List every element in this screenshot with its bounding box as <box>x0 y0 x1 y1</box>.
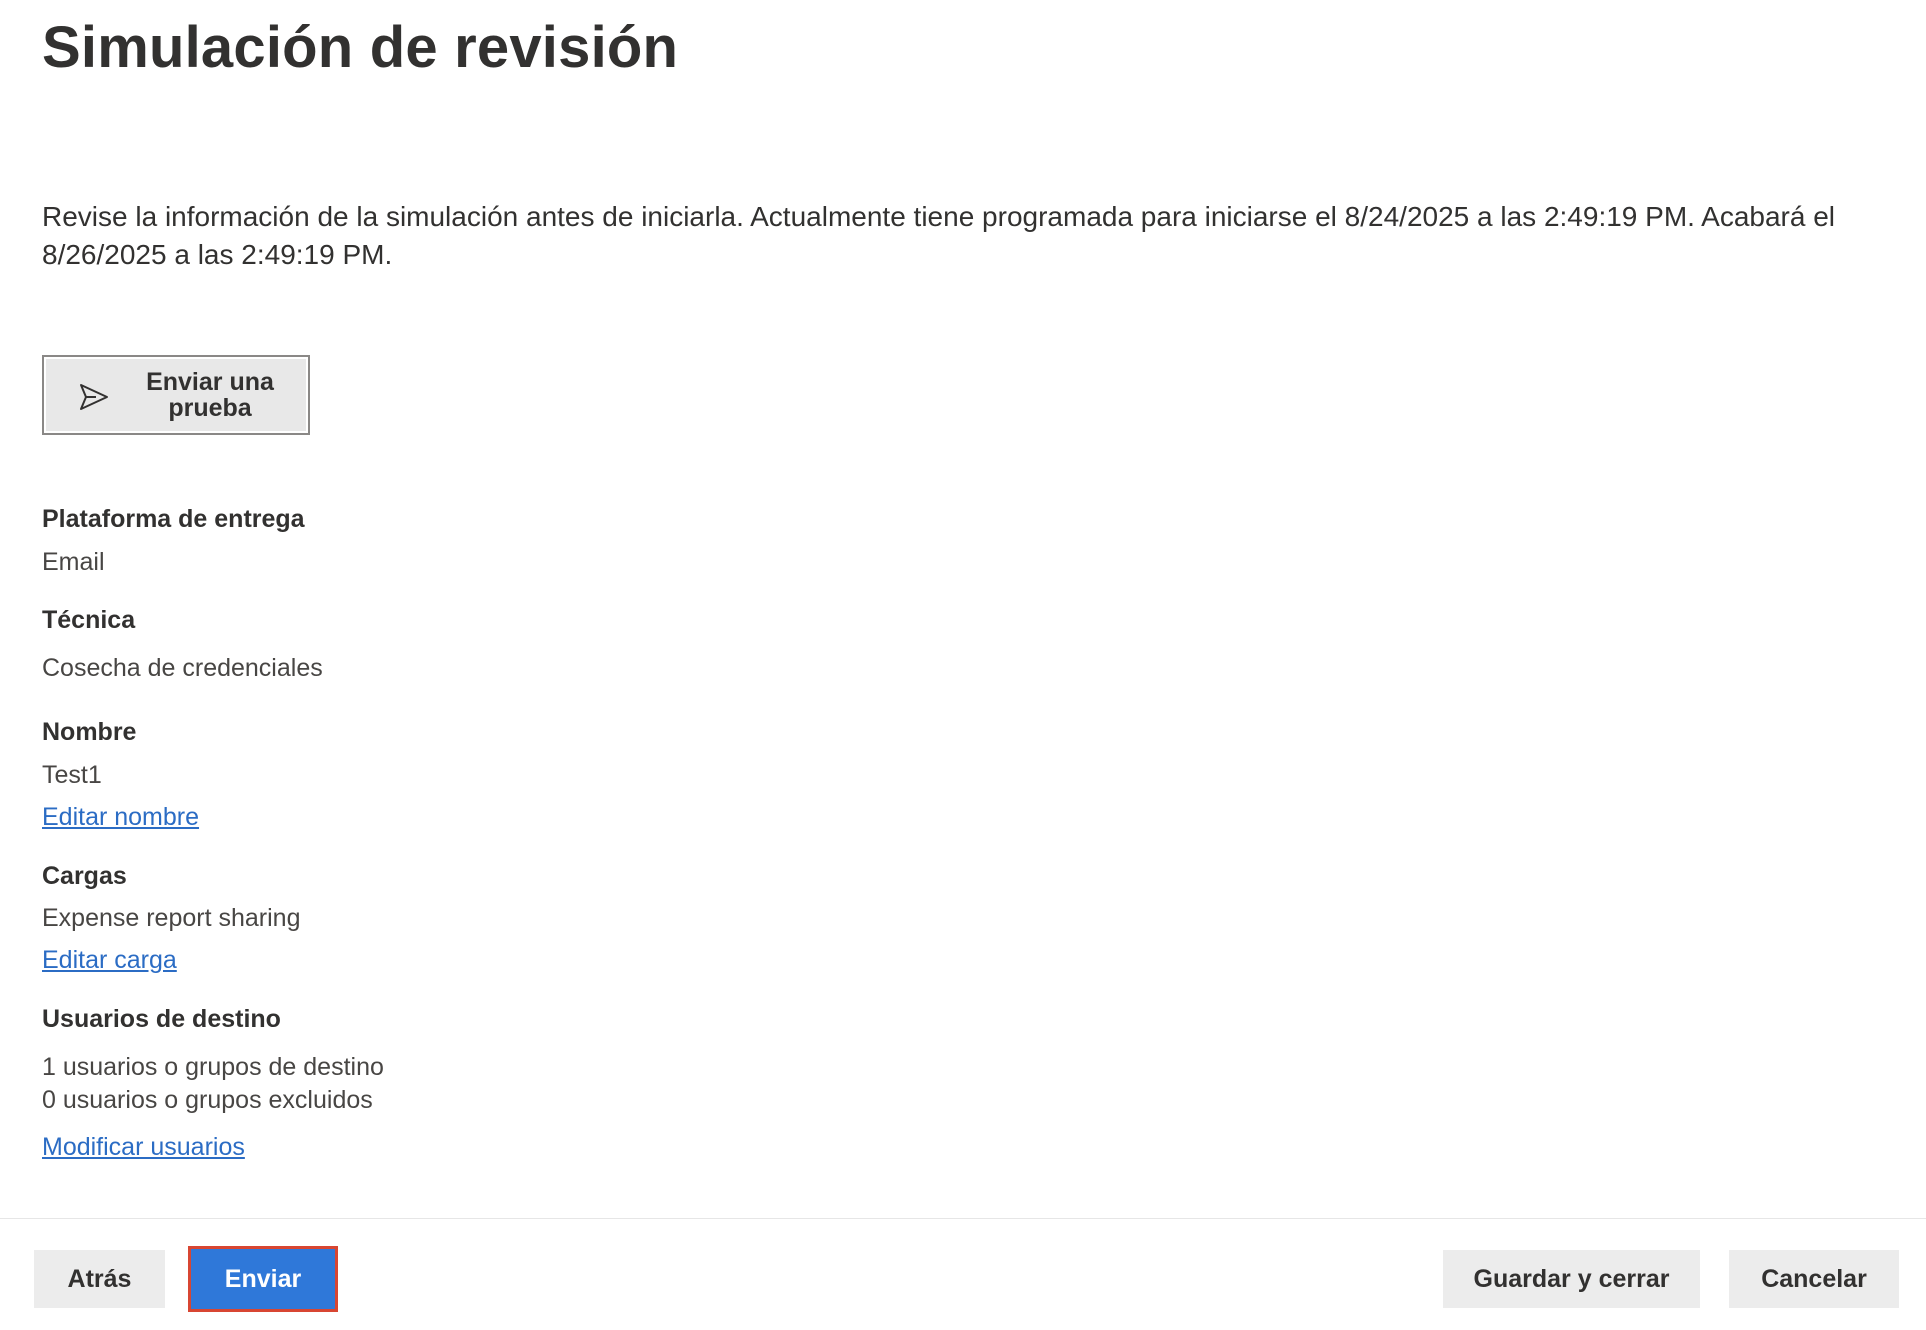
modify-users-link[interactable]: Modificar usuarios <box>42 1133 245 1162</box>
edit-payload-link[interactable]: Editar carga <box>42 946 177 975</box>
target-users-included: 1 usuarios o grupos de destino <box>42 1053 384 1081</box>
save-and-close-button[interactable]: Guardar y cerrar <box>1443 1250 1700 1308</box>
target-users-excluded: 0 usuarios o grupos excluidos <box>42 1086 373 1114</box>
target-users-label: Usuarios de destino <box>42 1005 281 1033</box>
name-label: Nombre <box>42 718 137 746</box>
submit-button[interactable]: Enviar <box>188 1246 338 1312</box>
platform-label: Plataforma de entrega <box>42 505 305 533</box>
cancel-button[interactable]: Cancelar <box>1729 1250 1899 1308</box>
footer-divider <box>0 1218 1926 1219</box>
payloads-value: Expense report sharing <box>42 904 301 932</box>
edit-name-link[interactable]: Editar nombre <box>42 803 199 832</box>
page-title: Simulación de revisión <box>42 15 679 80</box>
send-test-label: Enviar una prueba <box>146 368 274 422</box>
back-button[interactable]: Atrás <box>34 1250 165 1308</box>
review-simulation-page: Simulación de revisión Revise la informa… <box>0 0 1926 1330</box>
payloads-label: Cargas <box>42 862 127 890</box>
technique-label: Técnica <box>42 606 136 634</box>
send-test-button[interactable]: Enviar una prueba <box>42 355 310 435</box>
platform-value: Email <box>42 548 105 576</box>
name-value: Test1 <box>42 761 102 789</box>
technique-value: Cosecha de credenciales <box>42 654 323 682</box>
send-icon <box>80 384 108 410</box>
intro-text: Revise la información de la simulación a… <box>42 201 1836 270</box>
